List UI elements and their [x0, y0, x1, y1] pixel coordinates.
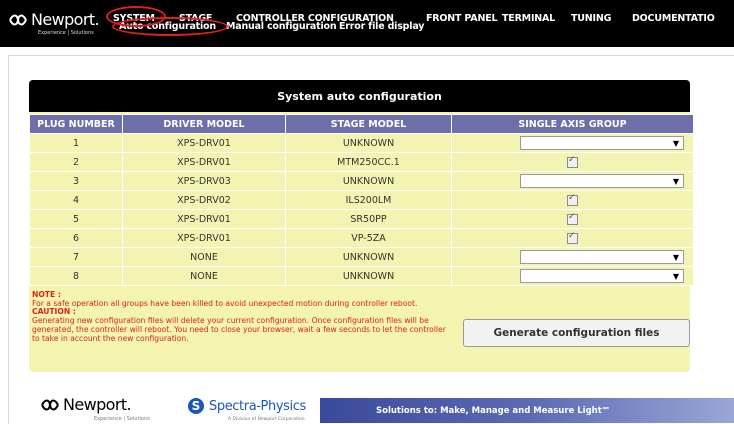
single-axis-group-checkbox[interactable]: ✓: [567, 192, 578, 206]
notes-block: NOTE : For a safe operation all groups h…: [32, 290, 447, 343]
stage-model: VP-5ZA: [285, 228, 452, 248]
header-stage-model: STAGE MODEL: [285, 114, 452, 134]
table-row: 1 XPS-DRV01 UNKNOWN ▼: [29, 133, 694, 153]
subnav-error-file-display[interactable]: Error file display: [339, 21, 424, 32]
configuration-table: PLUG NUMBER DRIVER MODEL STAGE MODEL SIN…: [29, 114, 694, 286]
driver-model: XPS-DRV01: [122, 152, 286, 172]
subnav-manual-configuration[interactable]: Manual configuration: [226, 21, 337, 32]
generate-configuration-files-button[interactable]: Generate configuration files: [463, 319, 690, 347]
plug-number: 4: [29, 190, 123, 210]
spectra-physics-tagline: A Division of Newport Corporation: [228, 417, 305, 422]
dropdown-arrow-icon: ▼: [672, 177, 679, 186]
single-axis-group-cell: ▼: [451, 266, 694, 286]
nav-terminal[interactable]: TERMINAL: [502, 13, 555, 24]
brand-name: Newport.: [31, 10, 100, 29]
driver-model: XPS-DRV01: [122, 133, 286, 153]
plug-number: 1: [29, 133, 123, 153]
plug-number: 6: [29, 228, 123, 248]
table-row: 7 NONE UNKNOWN ▼: [29, 247, 694, 267]
single-axis-group-cell: ▼: [451, 247, 694, 267]
driver-model: XPS-DRV01: [122, 209, 286, 229]
checkmark-icon: ✓: [568, 230, 576, 241]
nav-front-panel[interactable]: FRONT PANEL: [426, 13, 498, 24]
panel-title: System auto configuration: [29, 80, 690, 112]
stage-model: SR50PP: [285, 209, 452, 229]
checkmark-icon: ✓: [568, 211, 576, 222]
banner-text: Solutions to: Make, Manage and Measure L…: [376, 406, 611, 416]
plug-number: 3: [29, 171, 123, 191]
stage-model: MTM250CC.1: [285, 152, 452, 172]
brand-tagline: Experience | Solutions: [38, 30, 94, 36]
table-row: 8 NONE UNKNOWN ▼: [29, 266, 694, 286]
plug-number: 2: [29, 152, 123, 172]
newport-logo[interactable]: Newport. Experience | Solutions: [8, 10, 100, 36]
single-axis-group-checkbox[interactable]: ✓: [567, 230, 578, 244]
stage-model: UNKNOWN: [285, 266, 452, 286]
table-row: 4 XPS-DRV02 ILS200LM ✓: [29, 190, 694, 210]
top-header: Newport. Experience | Solutions SYSTEM S…: [0, 0, 734, 47]
newport-logo-icon: [9, 14, 27, 26]
single-axis-group-cell: ✓: [451, 228, 694, 248]
driver-model: XPS-DRV02: [122, 190, 286, 210]
plug-number: 5: [29, 209, 123, 229]
table-header-row: PLUG NUMBER DRIVER MODEL STAGE MODEL SIN…: [29, 114, 694, 134]
checkmark-icon: ✓: [568, 192, 576, 203]
dropdown-arrow-icon: ▼: [672, 139, 679, 148]
table-row: 6 XPS-DRV01 VP-5ZA ✓: [29, 228, 694, 248]
group-select[interactable]: ▼: [520, 136, 684, 150]
dropdown-arrow-icon: ▼: [672, 272, 679, 281]
single-axis-group-cell: ✓: [451, 209, 694, 229]
driver-model: NONE: [122, 266, 286, 286]
header-single-axis-group: SINGLE AXIS GROUP: [451, 114, 694, 134]
group-select[interactable]: ▼: [520, 174, 684, 188]
driver-model: XPS-DRV03: [122, 171, 286, 191]
group-select[interactable]: ▼: [520, 250, 684, 264]
caution-text: Generating new configuration files will …: [32, 316, 446, 343]
plug-number: 8: [29, 266, 123, 286]
footer-newport-logo[interactable]: Newport. Experience | Solutions: [40, 395, 150, 422]
footer-banner: Solutions to: Make, Manage and Measure L…: [320, 398, 734, 423]
group-select[interactable]: ▼: [520, 269, 684, 283]
highlight-circle-auto-configuration: [112, 17, 228, 36]
single-axis-group-cell: ✓: [451, 190, 694, 210]
header-driver-model: DRIVER MODEL: [122, 114, 286, 134]
table-row: 3 XPS-DRV03 UNKNOWN ▼: [29, 171, 694, 191]
single-axis-group-cell: ▼: [451, 171, 694, 191]
table-row: 5 XPS-DRV01 SR50PP ✓: [29, 209, 694, 229]
driver-model: NONE: [122, 247, 286, 267]
single-axis-group-checkbox[interactable]: ✓: [567, 211, 578, 225]
single-axis-group-cell: ✓: [451, 152, 694, 172]
stage-model: UNKNOWN: [285, 171, 452, 191]
spectra-physics-icon: S: [188, 398, 204, 414]
driver-model: XPS-DRV01: [122, 228, 286, 248]
plug-number: 7: [29, 247, 123, 267]
note-text: For a safe operation all groups have bee…: [32, 298, 418, 308]
checkmark-icon: ✓: [568, 154, 576, 165]
footer-brand-tagline: Experience | Solutions: [94, 416, 150, 422]
stage-model: UNKNOWN: [285, 133, 452, 153]
table-row: 2 XPS-DRV01 MTM250CC.1 ✓: [29, 152, 694, 172]
header-plug-number: PLUG NUMBER: [29, 114, 123, 134]
spectra-physics-name: Spectra-Physics: [209, 399, 306, 414]
nav-tuning[interactable]: TUNING: [571, 13, 611, 24]
single-axis-group-checkbox[interactable]: ✓: [567, 154, 578, 168]
dropdown-arrow-icon: ▼: [672, 253, 679, 262]
stage-model: UNKNOWN: [285, 247, 452, 267]
footer-brand-name: Newport.: [63, 395, 132, 414]
single-axis-group-cell: ▼: [451, 133, 694, 153]
stage-model: ILS200LM: [285, 190, 452, 210]
newport-logo-icon: [41, 399, 59, 411]
nav-documentation[interactable]: DOCUMENTATIO: [632, 13, 715, 24]
